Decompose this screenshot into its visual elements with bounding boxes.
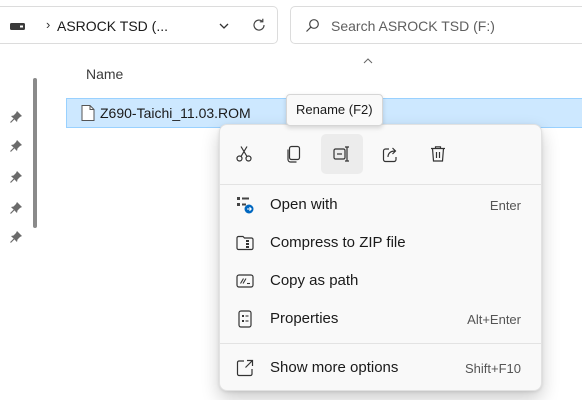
copy-button[interactable] bbox=[273, 134, 315, 174]
share-icon bbox=[382, 147, 397, 163]
menu-item-label: Open with bbox=[270, 196, 338, 213]
rename-button[interactable] bbox=[321, 134, 363, 174]
share-button[interactable] bbox=[370, 134, 412, 174]
chevron-down-icon[interactable] bbox=[218, 20, 230, 32]
menu-divider bbox=[220, 184, 541, 185]
menu-item-shortcut: Shift+F10 bbox=[464, 361, 521, 376]
menu-item-properties[interactable]: Properties Alt+Enter bbox=[224, 301, 537, 337]
cut-button[interactable] bbox=[223, 134, 265, 174]
search-box[interactable] bbox=[290, 6, 582, 44]
pin-icon bbox=[10, 140, 22, 152]
menu-item-shortcut: Enter bbox=[489, 198, 521, 213]
navigation-scrollbar[interactable] bbox=[33, 78, 37, 228]
sort-ascending-icon bbox=[363, 58, 373, 64]
pin-icon bbox=[10, 111, 22, 123]
drive-icon bbox=[10, 23, 25, 30]
menu-item-show-more-options[interactable]: Show more options Shift+F10 bbox=[224, 350, 537, 386]
menu-item-label: Copy as path bbox=[270, 272, 359, 289]
rename-tooltip: Rename (F2) bbox=[286, 94, 383, 126]
cut-icon bbox=[236, 146, 252, 162]
search-icon bbox=[306, 19, 319, 32]
copy-icon bbox=[287, 145, 301, 163]
rename-icon bbox=[333, 146, 349, 162]
menu-item-open-with[interactable]: Open with Enter bbox=[224, 187, 537, 223]
search-input[interactable] bbox=[331, 16, 581, 36]
trash-icon bbox=[431, 146, 445, 162]
properties-icon bbox=[238, 310, 252, 328]
menu-item-copy-as-path[interactable]: Copy as path bbox=[224, 263, 537, 299]
file-name: Z690-Taichi_11.03.ROM bbox=[100, 105, 251, 121]
breadcrumb-location[interactable]: ASROCK TSD (... bbox=[57, 18, 168, 34]
show-more-icon bbox=[236, 359, 254, 377]
toolbar: › ASROCK TSD (... bbox=[0, 0, 582, 64]
menu-item-label: Show more options bbox=[270, 359, 399, 376]
menu-item-label: Properties bbox=[270, 310, 339, 327]
column-header-name[interactable]: Name bbox=[86, 66, 123, 82]
menu-divider bbox=[220, 343, 541, 344]
open-with-icon bbox=[237, 197, 254, 214]
delete-button[interactable] bbox=[417, 134, 459, 174]
address-bar[interactable]: › ASROCK TSD (... bbox=[0, 6, 278, 44]
menu-item-label: Compress to ZIP file bbox=[270, 234, 406, 251]
pin-icon bbox=[10, 231, 22, 243]
zip-icon bbox=[236, 235, 254, 251]
menu-item-compress-zip[interactable]: Compress to ZIP file bbox=[224, 225, 537, 261]
copy-path-icon bbox=[236, 274, 254, 288]
pin-icon bbox=[10, 171, 22, 183]
refresh-icon[interactable] bbox=[251, 17, 267, 33]
file-icon bbox=[81, 105, 95, 121]
pin-icon bbox=[10, 202, 22, 214]
context-menu: Open with Enter Compress to ZIP file Cop… bbox=[219, 124, 542, 391]
menu-item-shortcut: Alt+Enter bbox=[467, 312, 521, 327]
breadcrumb-separator: › bbox=[46, 17, 51, 32]
